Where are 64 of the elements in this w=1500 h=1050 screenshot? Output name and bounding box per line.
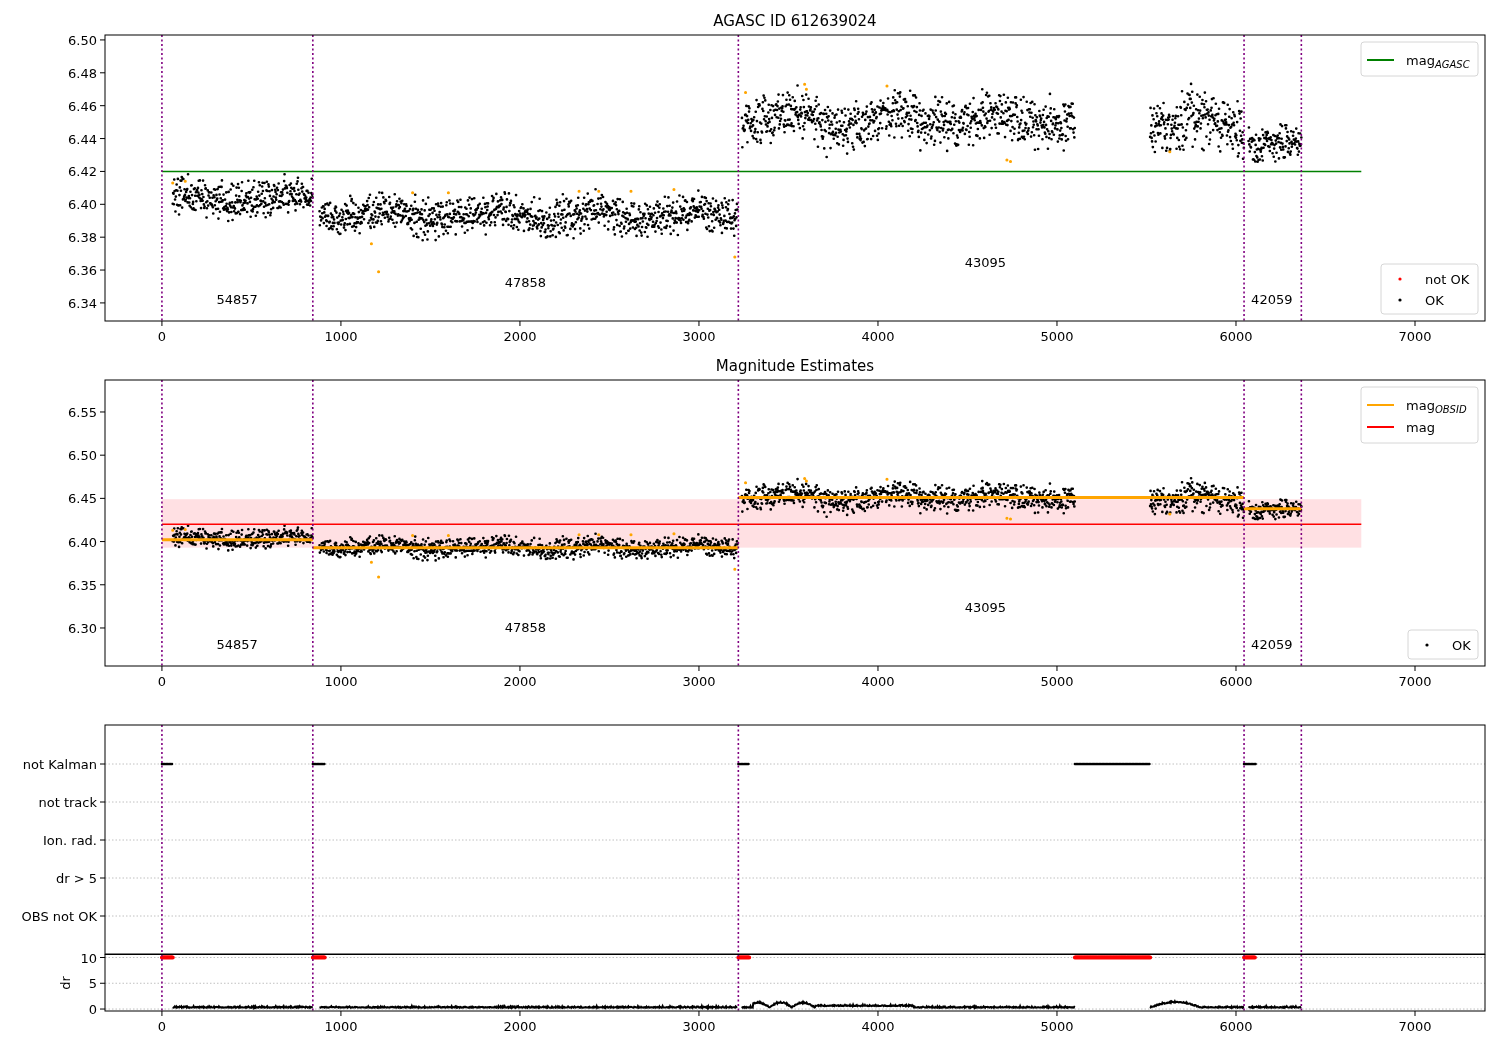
y-tick-label: 6.38: [68, 230, 97, 246]
obsid-label: 43095: [964, 254, 1007, 270]
chart-title: Magnitude Estimates: [715, 357, 875, 375]
x-tick-label: 4000: [861, 329, 895, 344]
y-tick-label: 0: [88, 1002, 97, 1018]
y-tick-label: 6.34: [68, 295, 97, 311]
legend-label: mag: [1406, 420, 1435, 435]
y-tick-label: 6.36: [68, 263, 97, 279]
x-tick-label: 2000: [503, 674, 537, 689]
obsid-label: 43095: [964, 599, 1007, 615]
y-tick-label: 6.40: [68, 197, 97, 213]
flag-category-label: OBS not OK: [21, 909, 97, 924]
legend-label: OK: [1425, 293, 1444, 308]
y-tick-label: 6.50: [68, 32, 97, 48]
y-axis-label: dr: [58, 976, 73, 990]
x-tick-label: 0: [157, 1019, 167, 1034]
legend-label: OK: [1452, 638, 1471, 653]
x-tick-label: 3000: [682, 1019, 716, 1034]
y-tick-label: 6.46: [68, 98, 97, 114]
y-tick-label: 6.45: [68, 491, 97, 507]
x-tick-label: 5000: [1040, 1019, 1074, 1034]
obsid-label: 54857: [216, 291, 258, 307]
x-tick-label: 1000: [324, 329, 358, 344]
y-tick-label: 6.30: [68, 621, 97, 636]
x-tick-label: 2000: [503, 1019, 537, 1034]
legend-label: mag$_{AGASC}$: [1406, 53, 1470, 70]
y-tick-label: 5: [88, 976, 97, 992]
x-tick-label: 6000: [1219, 1019, 1253, 1034]
flag-category-label: not track: [38, 795, 97, 810]
x-tick-label: 2000: [503, 329, 537, 344]
flag-category-label: dr > 5: [55, 871, 97, 886]
x-tick-label: 1000: [324, 1019, 358, 1034]
obsid-label: 54857: [216, 636, 258, 652]
y-tick-label: 6.55: [68, 404, 97, 420]
x-tick-label: 3000: [682, 674, 716, 689]
x-tick-label: 6000: [1219, 329, 1253, 344]
legend-label: not OK: [1425, 272, 1470, 287]
x-tick-label: 0: [157, 329, 167, 344]
x-tick-label: 6000: [1219, 674, 1253, 689]
x-tick-label: 5000: [1040, 674, 1074, 689]
y-tick-label: 6.44: [68, 131, 97, 147]
y-tick-label: 6.50: [68, 448, 97, 464]
obsid-label: 47858: [504, 619, 546, 635]
legend-label: mag$_{OBSID}$: [1406, 398, 1467, 415]
y-tick-label: 10: [80, 950, 97, 966]
obsid-label: 47858: [504, 274, 546, 290]
x-tick-label: 4000: [861, 1019, 895, 1034]
x-tick-label: 5000: [1040, 329, 1074, 344]
x-tick-label: 1000: [324, 674, 358, 689]
flag-category-label: Ion. rad.: [43, 833, 97, 848]
x-tick-label: 0: [157, 674, 167, 689]
obsid-label: 42059: [1251, 291, 1293, 307]
x-tick-label: 4000: [861, 674, 895, 689]
y-tick-label: 6.48: [68, 65, 97, 81]
x-tick-label: 7000: [1398, 1019, 1432, 1034]
y-tick-label: 6.40: [68, 534, 97, 550]
y-tick-label: 6.42: [68, 164, 97, 180]
y-tick-label: 6.35: [68, 577, 97, 593]
chart-title: AGASC ID 612639024: [713, 12, 877, 30]
x-tick-label: 7000: [1398, 329, 1432, 344]
x-tick-label: 3000: [682, 329, 716, 344]
obsid-label: 42059: [1251, 636, 1293, 652]
flag-category-label: not Kalman: [22, 757, 97, 772]
x-tick-label: 7000: [1398, 674, 1432, 689]
